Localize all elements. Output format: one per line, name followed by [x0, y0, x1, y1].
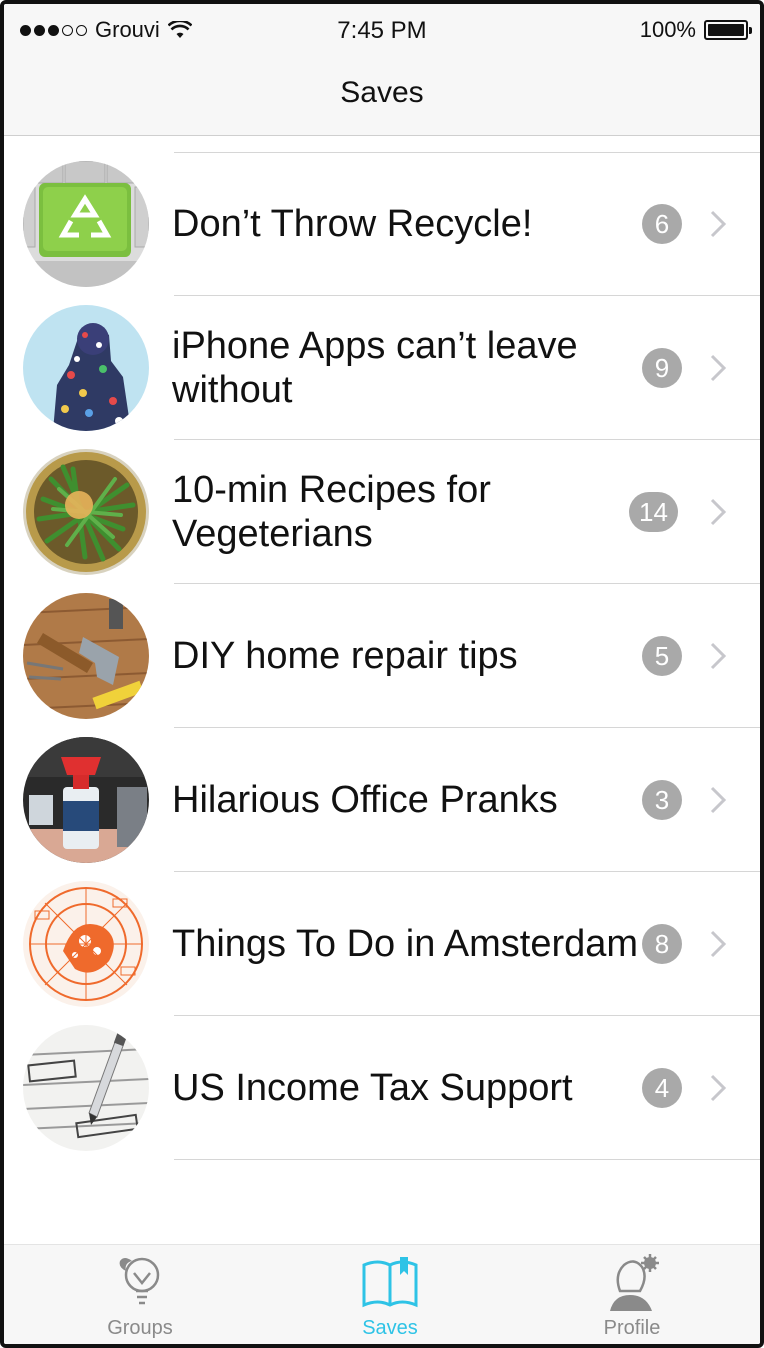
count-badge: 9: [642, 348, 682, 388]
item-title: Hilarious Office Pranks: [172, 779, 558, 821]
app-figure-thumbnail: [23, 305, 149, 431]
chevron-right-icon: [710, 642, 727, 670]
item-title: Things To Do in Amsterdam: [172, 923, 639, 965]
tax-form-pen-thumbnail: [23, 1025, 149, 1151]
book-bookmark-icon: [362, 1257, 418, 1308]
page-title: Saves: [340, 76, 424, 109]
amsterdam-map-thumbnail: [23, 881, 149, 1007]
chevron-right-icon: [710, 1074, 727, 1102]
battery-icon: [704, 20, 752, 40]
list-item[interactable]: DIY home repair tips 5: [4, 584, 760, 728]
lightbulb-icon: [119, 1257, 160, 1305]
status-bar: Grouvi 7:45 PM 100%: [4, 4, 760, 54]
chevron-right-icon: [710, 786, 727, 814]
navigation-bar: Saves: [4, 54, 760, 136]
item-title: Don’t Throw Recycle!: [172, 203, 533, 245]
tab-bar: Groups Saves Profile: [4, 1244, 760, 1344]
item-title: 10-min Recipes for Vegeterians: [172, 469, 491, 555]
tab-groups[interactable]: Groups: [60, 1245, 220, 1344]
item-title: US Income Tax Support: [172, 1067, 573, 1109]
hammer-tools-thumbnail: [23, 593, 149, 719]
air-horn-thumbnail: [23, 737, 149, 863]
list-item[interactable]: iPhone Apps can’t leave without 9: [4, 296, 760, 440]
item-title: iPhone Apps can’t leave without: [172, 325, 578, 411]
profile-gear-icon: [610, 1254, 659, 1311]
phone-frame: Grouvi 7:45 PM 100% Saves Don’t Throw Re…: [0, 0, 764, 1348]
recycle-key-thumbnail: [23, 161, 149, 287]
tab-label: Profile: [603, 1317, 661, 1339]
chevron-right-icon: [710, 354, 727, 382]
tab-saves[interactable]: Saves: [310, 1245, 470, 1344]
count-badge: 14: [629, 492, 678, 532]
tab-profile[interactable]: Profile: [552, 1245, 712, 1344]
list-item[interactable]: Things To Do in Amsterdam 8: [4, 872, 760, 1016]
item-title: DIY home repair tips: [172, 635, 518, 677]
status-right: 100%: [639, 17, 752, 43]
count-badge: 4: [642, 1068, 682, 1108]
list-item[interactable]: Don’t Throw Recycle! 6: [4, 152, 760, 296]
list-item[interactable]: US Income Tax Support 4: [4, 1016, 760, 1160]
green-beans-bowl-thumbnail: [23, 449, 149, 575]
chevron-right-icon: [710, 210, 727, 238]
count-badge: 5: [642, 636, 682, 676]
count-badge: 6: [642, 204, 682, 244]
chevron-right-icon: [710, 498, 727, 526]
chevron-right-icon: [710, 930, 727, 958]
list-item[interactable]: Hilarious Office Pranks 3: [4, 728, 760, 872]
count-badge: 3: [642, 780, 682, 820]
count-badge: 8: [642, 924, 682, 964]
battery-percent: 100%: [639, 17, 696, 42]
tab-label: Saves: [362, 1317, 418, 1339]
list-item[interactable]: 10-min Recipes for Vegeterians 14: [4, 440, 760, 584]
tab-label: Groups: [107, 1317, 173, 1339]
row-divider: [174, 1159, 760, 1160]
